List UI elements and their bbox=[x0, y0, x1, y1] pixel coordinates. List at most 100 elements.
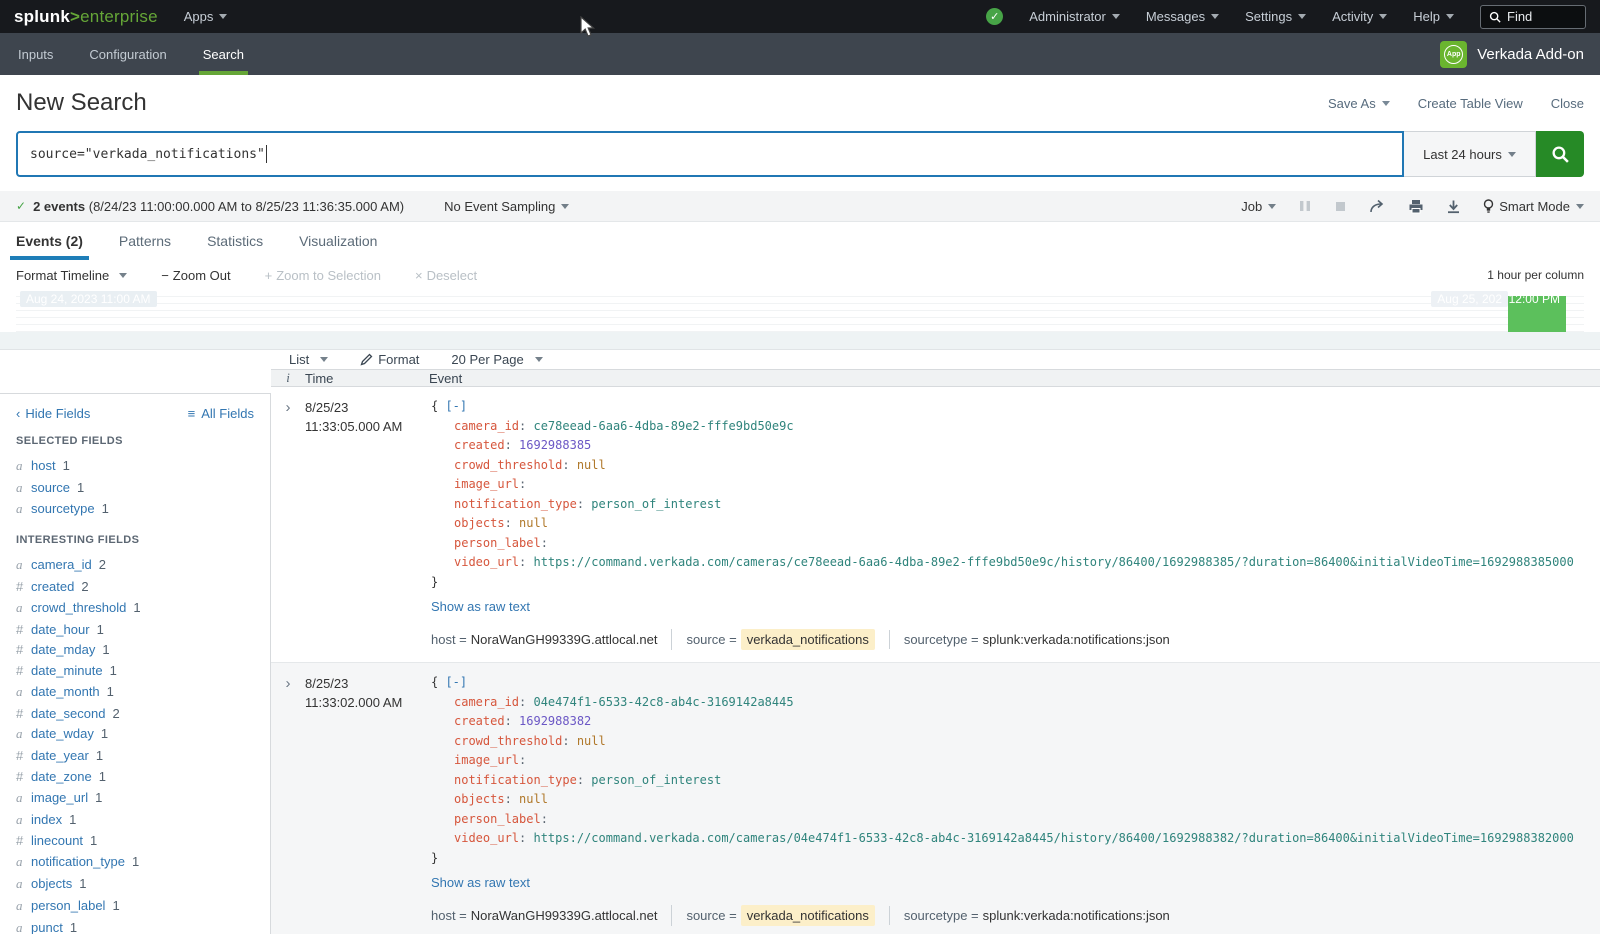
search-mode-menu[interactable]: Smart Mode bbox=[1483, 199, 1584, 214]
print-icon[interactable] bbox=[1408, 199, 1424, 214]
json-key[interactable]: camera_id bbox=[454, 419, 519, 433]
help-menu[interactable]: Help bbox=[1413, 9, 1454, 24]
json-key[interactable]: person_label bbox=[454, 536, 541, 550]
tab-configuration[interactable]: Configuration bbox=[71, 33, 184, 75]
json-key[interactable]: created bbox=[454, 438, 505, 452]
field-item-created[interactable]: #created2 bbox=[16, 576, 254, 597]
field-item-date_hour[interactable]: #date_hour1 bbox=[16, 619, 254, 640]
field-item-sourcetype[interactable]: asourcetype1 bbox=[16, 499, 254, 521]
json-value[interactable]: person_of_interest bbox=[591, 497, 721, 511]
meta-source[interactable]: source =verkada_notifications bbox=[671, 629, 874, 651]
field-item-image_url[interactable]: aimage_url1 bbox=[16, 787, 254, 809]
json-value[interactable]: null bbox=[577, 734, 606, 748]
field-item-crowd_threshold[interactable]: acrowd_threshold1 bbox=[16, 597, 254, 619]
field-item-date_zone[interactable]: #date_zone1 bbox=[16, 766, 254, 787]
stop-icon[interactable] bbox=[1334, 200, 1347, 213]
meta-sourcetype[interactable]: sourcetype =splunk:verkada:notifications… bbox=[889, 630, 1170, 650]
field-item-date_minute[interactable]: #date_minute1 bbox=[16, 660, 254, 681]
show-raw-text-link[interactable]: Show as raw text bbox=[431, 597, 1590, 617]
json-value[interactable]: null bbox=[519, 792, 548, 806]
format-timeline-menu[interactable]: Format Timeline bbox=[16, 268, 127, 283]
pause-icon[interactable] bbox=[1298, 199, 1312, 213]
tab-search[interactable]: Search bbox=[185, 33, 262, 75]
json-key[interactable]: camera_id bbox=[454, 695, 519, 709]
event-expand-icon[interactable]: › bbox=[271, 387, 305, 662]
json-value[interactable]: 1692988382 bbox=[519, 714, 591, 728]
list-view-menu[interactable]: List bbox=[289, 352, 328, 367]
apps-menu[interactable]: Apps bbox=[184, 9, 228, 24]
collapse-json-link[interactable]: [-] bbox=[445, 399, 467, 413]
administrator-menu[interactable]: Administrator bbox=[1029, 9, 1120, 24]
settings-menu[interactable]: Settings bbox=[1245, 9, 1306, 24]
field-item-objects[interactable]: aobjects1 bbox=[16, 873, 254, 895]
json-value[interactable]: https://command.verkada.com/cameras/04e4… bbox=[533, 831, 1573, 845]
field-item-notification_type[interactable]: anotification_type1 bbox=[16, 851, 254, 873]
json-key[interactable]: created bbox=[454, 714, 505, 728]
json-value[interactable]: ce78eead-6aa6-4dba-89e2-fffe9bd50e9c bbox=[533, 419, 793, 433]
json-key[interactable]: objects bbox=[454, 792, 505, 806]
job-menu[interactable]: Job bbox=[1241, 199, 1276, 214]
field-item-date_wday[interactable]: adate_wday1 bbox=[16, 724, 254, 746]
field-item-index[interactable]: aindex1 bbox=[16, 809, 254, 831]
event-sampling-menu[interactable]: No Event Sampling bbox=[444, 199, 569, 214]
json-key[interactable]: image_url bbox=[454, 477, 519, 491]
json-key[interactable]: video_url bbox=[454, 555, 519, 569]
meta-sourcetype[interactable]: sourcetype =splunk:verkada:notifications… bbox=[889, 906, 1170, 926]
all-fields-button[interactable]: ≡ All Fields bbox=[188, 406, 254, 421]
zoom-to-selection-button[interactable]: + Zoom to Selection bbox=[265, 268, 381, 283]
tab-visualization[interactable]: Visualization bbox=[299, 222, 377, 260]
field-item-date_second[interactable]: #date_second2 bbox=[16, 703, 254, 724]
field-item-date_year[interactable]: #date_year1 bbox=[16, 745, 254, 766]
show-raw-text-link[interactable]: Show as raw text bbox=[431, 873, 1590, 893]
json-key[interactable]: image_url bbox=[454, 753, 519, 767]
json-key[interactable]: objects bbox=[454, 516, 505, 530]
messages-menu[interactable]: Messages bbox=[1146, 9, 1219, 24]
json-key[interactable]: crowd_threshold bbox=[454, 734, 562, 748]
tab-patterns[interactable]: Patterns bbox=[119, 222, 171, 260]
meta-source[interactable]: source =verkada_notifications bbox=[671, 905, 874, 927]
per-page-menu[interactable]: 20 Per Page bbox=[451, 352, 542, 367]
save-as-button[interactable]: Save As bbox=[1328, 96, 1390, 111]
tab-statistics[interactable]: Statistics bbox=[207, 222, 263, 260]
download-icon[interactable] bbox=[1446, 199, 1461, 214]
find-search-box[interactable] bbox=[1480, 5, 1586, 29]
hide-fields-button[interactable]: ‹ Hide Fields bbox=[16, 406, 90, 421]
json-key[interactable]: crowd_threshold bbox=[454, 458, 562, 472]
json-key[interactable]: video_url bbox=[454, 831, 519, 845]
search-query-input[interactable]: source="verkada_notifications" bbox=[16, 131, 1404, 177]
activity-menu[interactable]: Activity bbox=[1332, 9, 1387, 24]
field-item-date_mday[interactable]: #date_mday1 bbox=[16, 639, 254, 660]
field-item-host[interactable]: ahost1 bbox=[16, 455, 254, 477]
zoom-out-button[interactable]: − Zoom Out bbox=[161, 268, 230, 283]
time-column-header[interactable]: Time bbox=[305, 371, 429, 386]
field-item-camera_id[interactable]: acamera_id2 bbox=[16, 554, 254, 576]
share-icon[interactable] bbox=[1369, 199, 1386, 214]
event-expand-icon[interactable]: › bbox=[271, 663, 305, 934]
tab-inputs[interactable]: Inputs bbox=[16, 33, 71, 75]
tab-events[interactable]: Events (2) bbox=[16, 222, 83, 260]
field-item-punct[interactable]: apunct1 bbox=[16, 917, 254, 934]
time-range-picker[interactable]: Last 24 hours bbox=[1404, 131, 1536, 177]
search-button[interactable] bbox=[1536, 131, 1584, 177]
json-value[interactable]: 1692988385 bbox=[519, 438, 591, 452]
timeline-chart[interactable]: Aug 24, 2023 11:00 AM Aug 25, 202 12:00 … bbox=[16, 290, 1584, 332]
json-key[interactable]: person_label bbox=[454, 812, 541, 826]
find-input[interactable] bbox=[1507, 9, 1573, 24]
json-key[interactable]: notification_type bbox=[454, 497, 577, 511]
field-item-source[interactable]: asource1 bbox=[16, 477, 254, 499]
json-value[interactable]: 04e474f1-6533-42c8-ab4c-3169142a8445 bbox=[533, 695, 793, 709]
deselect-button[interactable]: × Deselect bbox=[415, 268, 477, 283]
splunk-logo[interactable]: splunk>enterprise bbox=[14, 7, 158, 27]
format-menu[interactable]: Format bbox=[360, 352, 419, 367]
meta-host[interactable]: host =NoraWanGH99339G.attlocal.net bbox=[431, 630, 657, 650]
json-value[interactable]: person_of_interest bbox=[591, 773, 721, 787]
json-value[interactable]: null bbox=[519, 516, 548, 530]
collapse-json-link[interactable]: [-] bbox=[445, 675, 467, 689]
json-value[interactable]: null bbox=[577, 458, 606, 472]
create-table-view-button[interactable]: Create Table View bbox=[1418, 96, 1523, 111]
json-value[interactable]: https://command.verkada.com/cameras/ce78… bbox=[533, 555, 1573, 569]
json-key[interactable]: notification_type bbox=[454, 773, 577, 787]
close-button[interactable]: Close bbox=[1551, 96, 1584, 111]
meta-host[interactable]: host =NoraWanGH99339G.attlocal.net bbox=[431, 906, 657, 926]
field-item-linecount[interactable]: #linecount1 bbox=[16, 831, 254, 852]
